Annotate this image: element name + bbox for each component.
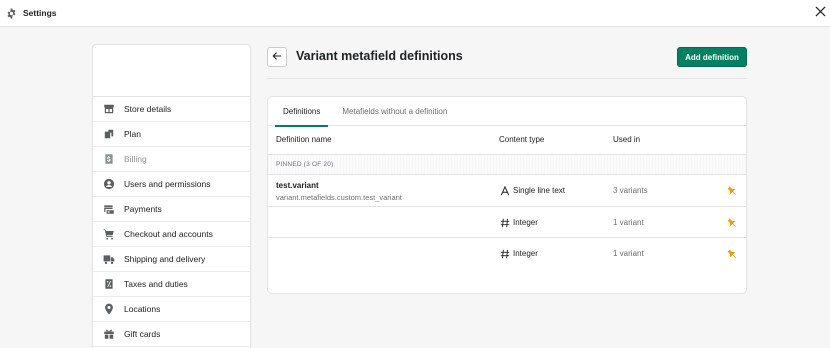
hash-icon [499, 248, 510, 259]
gift-icon [103, 328, 115, 340]
truck-icon [103, 253, 115, 265]
add-definition-button[interactable]: Add definition [677, 47, 747, 67]
tab-metafields-without-definition[interactable]: Metafields without a definition [334, 97, 455, 126]
sidebar-item-gift-cards[interactable]: Gift cards [93, 322, 250, 347]
cart-icon [103, 228, 115, 240]
column-header-used-in: Used in [613, 135, 641, 144]
sidebar-item-label: Billing [124, 154, 147, 164]
content-type-cell: Single line text [499, 185, 565, 196]
content-type-label: Integer [513, 249, 538, 258]
sidebar-item-label: Plan [124, 129, 142, 139]
column-header-content-type: Content type [499, 135, 545, 144]
table-row[interactable]: test.variant variant.metafields.custom.t… [268, 175, 746, 207]
location-pin-icon [103, 303, 115, 315]
used-in-cell: 1 variant [613, 249, 644, 258]
pinned-section-label: PINNED (3 OF 20) [276, 161, 334, 168]
hash-icon [499, 217, 510, 228]
billing-icon [103, 153, 115, 165]
definition-name: test.variant [276, 181, 319, 190]
payments-icon [103, 203, 115, 215]
sidebar-item-shipping-and-delivery[interactable]: Shipping and delivery [93, 247, 250, 272]
tax-icon [103, 278, 115, 290]
sidebar-item-users-and-permissions[interactable]: Users and permissions [93, 172, 250, 197]
store-logo-area [93, 45, 250, 97]
pin-icon[interactable] [726, 216, 738, 228]
text-icon [499, 185, 510, 196]
sidebar-item-plan[interactable]: Plan [93, 122, 250, 147]
pin-icon[interactable] [726, 247, 738, 259]
settings-content: Store details Plan Billing Users and per… [0, 27, 830, 348]
sidebar-item-label: Shipping and delivery [124, 254, 206, 264]
plan-icon [103, 128, 115, 140]
tab-definitions[interactable]: Definitions [275, 97, 329, 127]
table-row[interactable]: Integer 1 variant [268, 238, 746, 269]
window-title: Settings [23, 8, 57, 18]
content-type-cell: Integer [499, 248, 538, 259]
sidebar-item-label: Store details [124, 104, 172, 114]
user-icon [103, 178, 115, 190]
definition-name-cell: test.variant variant.metafields.custom.t… [276, 181, 402, 202]
top-bar: Settings [0, 0, 830, 27]
pinned-section-header: PINNED (3 OF 20) [268, 155, 746, 175]
header-divider [267, 78, 747, 79]
table-header: Definition name Content type Used in [268, 126, 746, 155]
sidebar-item-billing[interactable]: Billing [93, 147, 250, 172]
tab-bar: Definitions Metafields without a definit… [268, 97, 746, 127]
page-header: Variant metafield definitions Add defini… [267, 47, 747, 77]
used-in-cell: 3 variants [613, 186, 648, 195]
sidebar-item-payments[interactable]: Payments [93, 197, 250, 222]
store-icon [103, 103, 115, 115]
settings-sidebar: Store details Plan Billing Users and per… [92, 44, 251, 348]
sidebar-item-checkout-and-accounts[interactable]: Checkout and accounts [93, 222, 250, 247]
sidebar-item-locations[interactable]: Locations [93, 297, 250, 322]
sidebar-item-label: Payments [124, 204, 162, 214]
sidebar-item-label: Locations [124, 304, 161, 314]
column-header-name: Definition name [276, 135, 332, 144]
sidebar-item-store-details[interactable]: Store details [93, 97, 250, 122]
page-title: Variant metafield definitions [296, 49, 463, 63]
content-type-label: Integer [513, 218, 538, 227]
content-type-cell: Integer [499, 217, 538, 228]
close-icon[interactable] [813, 4, 827, 18]
sidebar-item-taxes-and-duties[interactable]: Taxes and duties [93, 272, 250, 297]
table-row[interactable]: Integer 1 variant [268, 207, 746, 238]
sidebar-item-label: Gift cards [124, 329, 161, 339]
definition-key: variant.metafields.custom.test_variant [276, 193, 402, 202]
arrow-left-icon [272, 51, 282, 63]
definitions-card: Definitions Metafields without a definit… [267, 96, 747, 294]
sidebar-item-label: Taxes and duties [124, 279, 188, 289]
content-type-label: Single line text [513, 186, 566, 195]
sidebar-item-label: Users and permissions [124, 179, 211, 189]
gear-icon [5, 7, 17, 19]
used-in-cell: 1 variant [613, 218, 644, 227]
pin-icon[interactable] [726, 184, 738, 196]
back-button[interactable] [267, 47, 287, 67]
sidebar-item-label: Checkout and accounts [124, 229, 213, 239]
